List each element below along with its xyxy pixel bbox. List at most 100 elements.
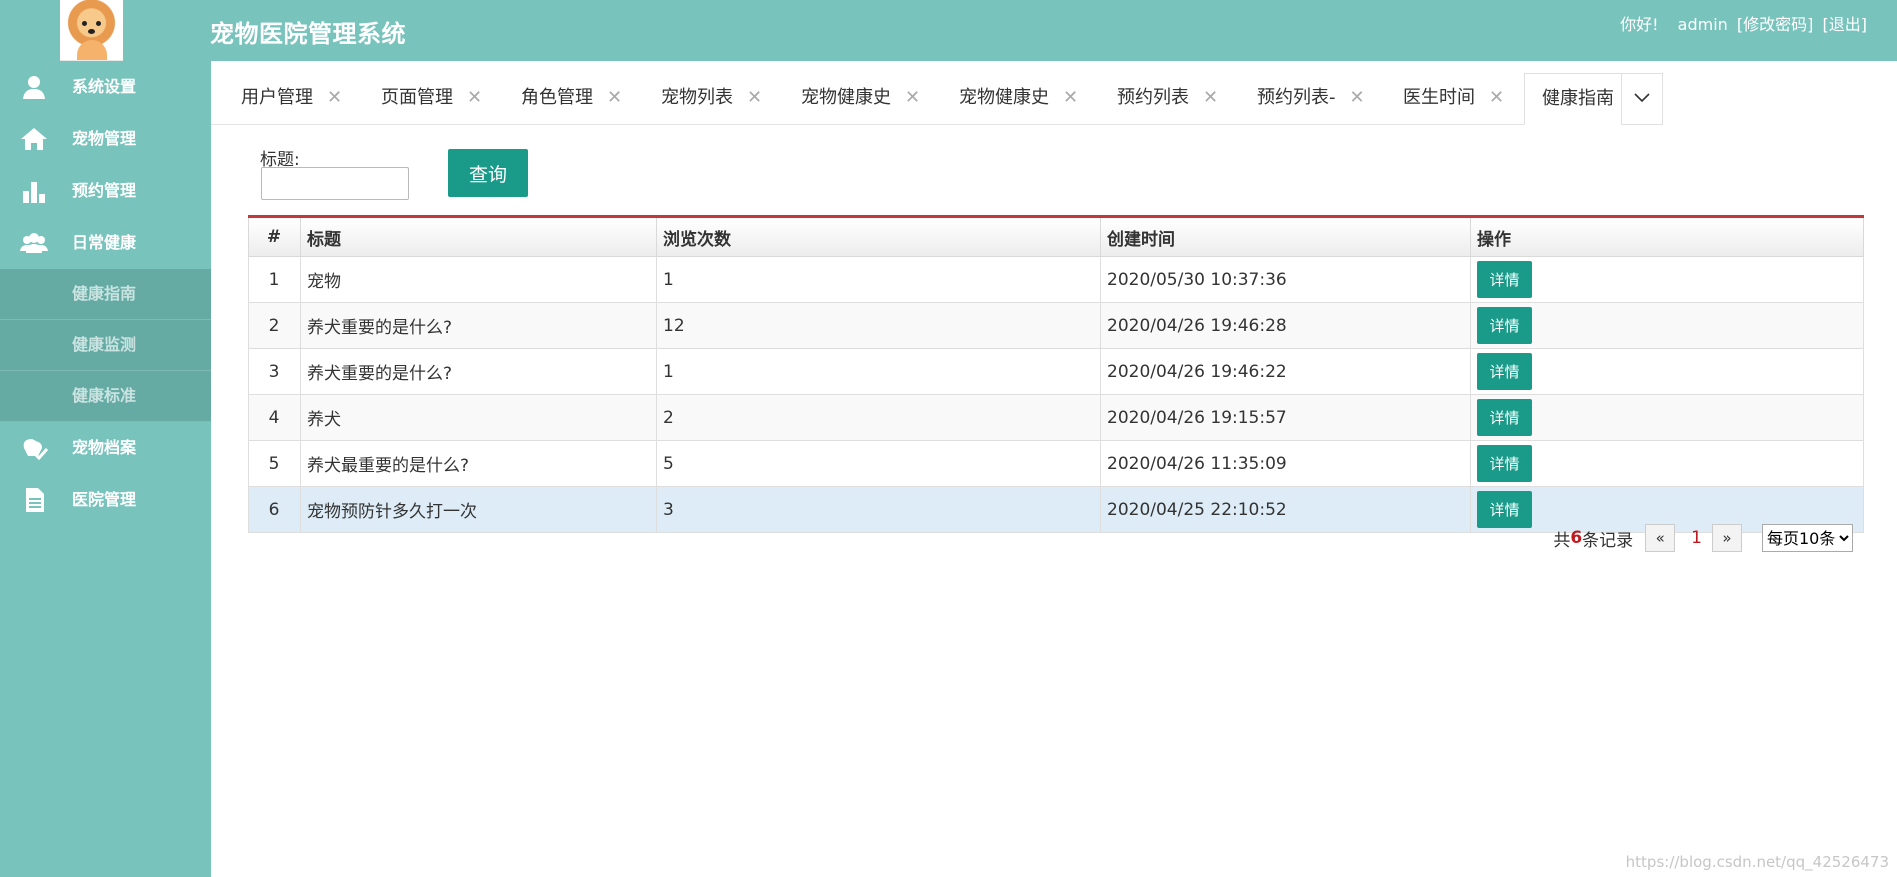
detail-button[interactable]: 详情 <box>1477 491 1532 528</box>
tab-role-management[interactable]: 角色管理 ✕ <box>521 73 622 123</box>
row-title: 宠物预防针多久打一次 <box>300 486 657 533</box>
detail-button[interactable]: 详情 <box>1477 353 1532 390</box>
pet-check-icon <box>23 439 48 460</box>
table-row[interactable]: 4 养犬 2 2020/04/26 19:15:57 详情 <box>248 394 1864 441</box>
tab-label: 页面管理 <box>381 87 453 108</box>
close-icon[interactable]: ✕ <box>747 87 762 108</box>
tab-doctor-time[interactable]: 医生时间 ✕ <box>1403 73 1504 123</box>
table-row[interactable]: 3 养犬重要的是什么? 1 2020/04/26 19:46:22 详情 <box>248 348 1864 395</box>
close-icon[interactable]: ✕ <box>905 87 920 108</box>
tab-label: 医生时间 <box>1403 87 1475 108</box>
close-icon[interactable]: ✕ <box>1489 87 1504 108</box>
tab-pet-health-history[interactable]: 宠物健康史 ✕ <box>801 73 920 123</box>
user-icon <box>23 76 45 99</box>
close-icon[interactable]: ✕ <box>1063 87 1078 108</box>
health-guide-table: # 标题 浏览次数 创建时间 操作 1 宠物 1 2020/05/30 10:3… <box>248 215 1864 533</box>
row-number: 5 <box>248 440 301 487</box>
user-bar: 你好! admin [修改密码] [退出] <box>1616 11 1867 35</box>
row-title: 养犬重要的是什么? <box>300 302 657 349</box>
tab-pet-health-history-2[interactable]: 宠物健康史 ✕ <box>959 73 1078 123</box>
detail-button[interactable]: 详情 <box>1477 307 1532 344</box>
pagination: 共 6 条记录 « 1 » 每页10条 <box>1553 524 1853 552</box>
prev-page-button[interactable]: « <box>1645 524 1676 552</box>
query-button[interactable]: 查询 <box>448 149 528 197</box>
document-icon <box>26 488 44 512</box>
row-views: 1 <box>656 256 1101 303</box>
row-number: 2 <box>248 302 301 349</box>
tab-more-button[interactable] <box>1621 73 1663 125</box>
table-row[interactable]: 5 养犬最重要的是什么? 5 2020/04/26 11:35:09 详情 <box>248 440 1864 487</box>
close-icon[interactable]: ✕ <box>467 87 482 108</box>
change-password-link[interactable]: [修改密码] <box>1737 15 1814 34</box>
tab-health-guide[interactable]: 健康指南 <box>1524 73 1623 125</box>
row-actions: 详情 <box>1470 256 1864 303</box>
sidebar-item-label: 预约管理 <box>72 181 137 200</box>
row-views: 12 <box>656 302 1101 349</box>
row-actions: 详情 <box>1470 440 1864 487</box>
tab-pet-list[interactable]: 宠物列表 ✕ <box>661 73 762 123</box>
detail-button[interactable]: 详情 <box>1477 445 1532 482</box>
close-icon[interactable]: ✕ <box>607 87 622 108</box>
row-title: 宠物 <box>300 256 657 303</box>
table-row[interactable]: 2 养犬重要的是什么? 12 2020/04/26 19:46:28 详情 <box>248 302 1864 349</box>
page-size-select[interactable]: 每页10条 <box>1762 524 1853 552</box>
close-icon[interactable]: ✕ <box>1350 87 1365 108</box>
record-count-prefix: 共 <box>1553 530 1571 551</box>
avatar <box>60 0 123 61</box>
avatar-body <box>77 40 107 60</box>
sidebar-item-pet-records[interactable]: 宠物档案 <box>0 422 211 474</box>
row-actions: 详情 <box>1470 348 1864 395</box>
detail-button[interactable]: 详情 <box>1477 261 1532 298</box>
tab-appointment-list-2[interactable]: 预约列表- ✕ <box>1257 73 1365 123</box>
column-header: # <box>248 216 301 257</box>
column-header: 标题 <box>300 216 657 257</box>
row-actions: 详情 <box>1470 394 1864 441</box>
sidebar-item-label: 系统设置 <box>72 77 137 96</box>
tab-label: 健康指南 <box>1542 88 1614 109</box>
title-filter-input[interactable] <box>261 167 409 200</box>
row-created: 2020/04/26 19:46:22 <box>1100 348 1471 395</box>
column-header: 操作 <box>1470 216 1864 257</box>
row-created: 2020/05/30 10:37:36 <box>1100 256 1471 303</box>
table-header-row: # 标题 浏览次数 创建时间 操作 <box>248 216 1864 257</box>
sidebar-item-hospital-management[interactable]: 医院管理 <box>0 474 211 526</box>
avatar-nose <box>88 29 95 34</box>
column-header: 创建时间 <box>1100 216 1471 257</box>
close-icon[interactable]: ✕ <box>1203 87 1218 108</box>
current-page[interactable]: 1 <box>1691 528 1702 548</box>
row-views: 2 <box>656 394 1101 441</box>
sidebar-subitem-health-guide[interactable]: 健康指南 <box>0 269 211 320</box>
avatar-eye <box>82 21 87 26</box>
record-count: 6 <box>1570 528 1583 548</box>
sidebar-item-appointment-management[interactable]: 预约管理 <box>0 165 211 217</box>
watermark: https://blog.csdn.net/qq_42526473 <box>1625 853 1889 871</box>
tab-bar: 用户管理 ✕ 页面管理 ✕ 角色管理 ✕ 宠物列表 ✕ 宠物健康史 ✕ 宠物健康史 ✕ 预约… <box>211 73 1663 125</box>
app-title: 宠物医院管理系统 <box>210 20 406 48</box>
record-count-suffix: 条记录 <box>1582 530 1634 551</box>
sidebar-item-daily-health[interactable]: 日常健康 <box>0 217 211 269</box>
logout-link[interactable]: [退出] <box>1823 15 1868 34</box>
column-header: 浏览次数 <box>656 216 1101 257</box>
row-views: 5 <box>656 440 1101 487</box>
group-icon <box>20 233 48 253</box>
tab-label: 角色管理 <box>521 87 593 108</box>
detail-button[interactable]: 详情 <box>1477 399 1532 436</box>
sidebar-item-label: 医院管理 <box>72 490 137 509</box>
sidebar-item-pet-management[interactable]: 宠物管理 <box>0 113 211 165</box>
tab-label: 预约列表- <box>1257 87 1336 108</box>
greeting-text: 你好! <box>1620 15 1659 34</box>
sidebar-subitem-health-standard[interactable]: 健康标准 <box>0 371 211 422</box>
tab-user-management[interactable]: 用户管理 ✕ <box>241 73 342 123</box>
row-title: 养犬 <box>300 394 657 441</box>
chevron-down-icon <box>1634 93 1650 103</box>
sidebar-subitem-health-monitoring[interactable]: 健康监测 <box>0 320 211 371</box>
next-page-button[interactable]: » <box>1712 524 1742 552</box>
tab-page-management[interactable]: 页面管理 ✕ <box>381 73 482 123</box>
row-number: 3 <box>248 348 301 395</box>
sidebar-item-system-settings[interactable]: 系统设置 <box>0 61 211 113</box>
row-title: 养犬重要的是什么? <box>300 348 657 395</box>
table-row[interactable]: 1 宠物 1 2020/05/30 10:37:36 详情 <box>248 256 1864 303</box>
sidebar-item-label: 宠物管理 <box>72 129 137 148</box>
close-icon[interactable]: ✕ <box>327 87 342 108</box>
tab-appointment-list[interactable]: 预约列表 ✕ <box>1117 73 1218 123</box>
